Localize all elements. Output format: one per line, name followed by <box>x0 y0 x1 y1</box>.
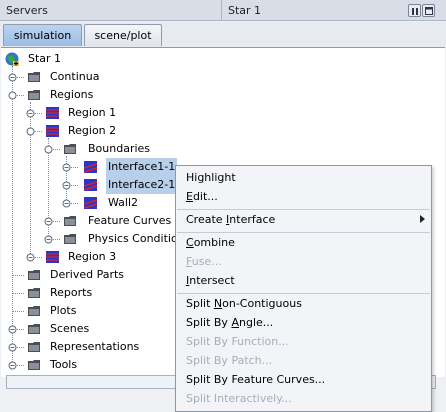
tree-label: Interface2-1 <box>106 176 178 194</box>
tree-label: Region 2 <box>68 124 117 137</box>
folder-icon <box>28 324 40 334</box>
tree-label: Plots <box>50 304 77 317</box>
tab-simulation[interactable]: simulation <box>3 24 82 46</box>
tree-label: Reports <box>50 286 93 299</box>
folder-icon <box>28 342 40 352</box>
tree-item-continua[interactable]: Continua <box>1 68 201 86</box>
tab-scene-plot[interactable]: scene/plot <box>84 24 162 46</box>
restore-icon[interactable] <box>408 4 421 17</box>
folder-icon <box>28 360 40 370</box>
menu-item-highlight[interactable]: Highlight <box>186 168 236 187</box>
menu-item-split-by-angle[interactable]: Split By Angle... <box>186 313 273 332</box>
tree-item-wall2[interactable]: Wall2 <box>1 194 201 212</box>
tree-label: Physics Conditio <box>88 232 178 245</box>
boundary-icon <box>84 197 97 209</box>
folder-icon <box>28 288 40 298</box>
menu-item-combine[interactable]: Combine <box>186 233 235 252</box>
folder-icon <box>28 306 40 316</box>
folder-icon <box>28 90 40 100</box>
menu-item-fuse: Fuse... <box>186 255 222 268</box>
menu-item-split-by-feature-curves[interactable]: Split By Feature Curves... <box>186 370 325 389</box>
menu-item-edit[interactable]: Edit... <box>186 187 218 206</box>
tree-item-physics-conditions[interactable]: Physics Conditio <box>1 230 201 248</box>
tree-item-interface2-1[interactable]: Interface2-1 <box>1 176 201 194</box>
tree-item-star-1[interactable]: Star 1 <box>1 50 201 68</box>
tree-label: Derived Parts <box>50 268 125 281</box>
tree-label: Boundaries <box>88 142 151 155</box>
region-icon <box>46 251 59 263</box>
tree-label: Region 1 <box>68 106 117 119</box>
folder-icon <box>28 72 40 82</box>
tree-label: Interface1-1 <box>106 158 178 176</box>
tree-item-interface1-1[interactable]: Interface1-1 <box>1 158 201 176</box>
star-panel-title: Star 1 <box>228 4 262 17</box>
tree-label: Regions <box>50 88 94 101</box>
menu-item-intersect[interactable]: Intersect <box>186 271 235 290</box>
menu-item-split-interactively: Split Interactively... <box>186 392 292 405</box>
tree-item-region-1[interactable]: Region 1 <box>1 104 201 122</box>
menu-item-create-interface[interactable]: Create Interface <box>186 210 275 229</box>
tree-label: Feature Curves <box>88 214 172 227</box>
menu-item-split-non-contiguous[interactable]: Split Non-Contiguous <box>186 294 302 313</box>
tree-item-region-3[interactable]: Region 3 <box>1 248 201 266</box>
tree-item-plots[interactable]: Plots <box>1 302 201 320</box>
folder-icon <box>64 216 76 226</box>
tree-item-reports[interactable]: Reports <box>1 284 201 302</box>
tree-item-boundaries[interactable]: Boundaries <box>1 140 201 158</box>
tree-label: Representations <box>50 340 140 353</box>
tree-item-regions[interactable]: Regions <box>1 86 201 104</box>
tab-bar: simulation scene/plot <box>0 22 446 47</box>
tree-item-scenes[interactable]: Scenes <box>1 320 201 338</box>
folder-icon <box>64 234 76 244</box>
folder-icon <box>64 144 76 154</box>
tree-item-region-2[interactable]: Region 2 <box>1 122 201 140</box>
boundary-icon <box>84 179 97 191</box>
context-menu: Highlight Edit... Create Interface Combi… <box>175 165 432 412</box>
region-icon <box>46 107 59 119</box>
tree-label: Tools <box>50 358 78 371</box>
tree-item-representations[interactable]: Representations <box>1 338 201 356</box>
tree-label: Star 1 <box>28 52 62 65</box>
boundary-icon <box>84 161 97 173</box>
tree-item-feature-curves[interactable]: Feature Curves <box>1 212 201 230</box>
tree-label: Wall2 <box>108 196 139 209</box>
window-title-bar: Servers Star 1 <box>0 0 446 21</box>
servers-panel-title: Servers <box>0 0 222 21</box>
tree-label: Scenes <box>50 322 90 335</box>
region-icon <box>46 125 59 137</box>
menu-item-split-by-function: Split By Function... <box>186 335 289 348</box>
maximize-icon[interactable] <box>422 4 435 17</box>
folder-icon <box>28 270 40 280</box>
menu-item-split-by-patch: Split By Patch... <box>186 354 273 367</box>
tree-item-tools[interactable]: Tools <box>1 356 201 374</box>
simulation-globe-icon <box>5 52 19 66</box>
submenu-arrow-icon <box>420 215 425 223</box>
tree-item-derived-parts[interactable]: Derived Parts <box>1 266 201 284</box>
tree-label: Continua <box>50 70 100 83</box>
tree-label: Region 3 <box>68 250 117 263</box>
